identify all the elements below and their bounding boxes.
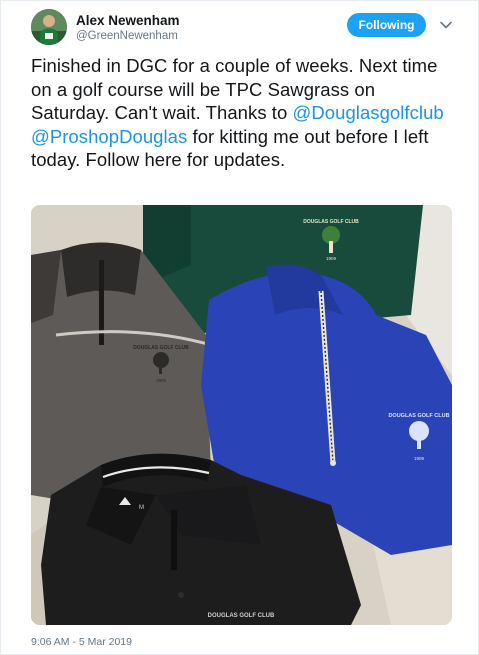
grey-logo-year: 1909 [156, 378, 167, 383]
grey-logo-text: DOUGLAS GOLF CLUB [133, 345, 189, 351]
tweet-header: Alex Newenham @GreenNewenham Following [1, 1, 478, 51]
tweet-card: Alex Newenham @GreenNewenham Following F… [0, 0, 479, 655]
avatar[interactable] [31, 9, 67, 45]
mention-proshopdouglas[interactable]: @ProshopDouglas [31, 126, 187, 147]
blue-logo-year: 1909 [414, 456, 425, 461]
avatar-image [31, 9, 67, 45]
tweet-text: Finished in DGC for a couple of weeks. N… [31, 54, 456, 172]
green-logo-text: DOUGLAS GOLF CLUB [303, 219, 359, 225]
polo-logo-text: DOUGLAS GOLF CLUB [208, 613, 275, 619]
author-handle[interactable]: @GreenNewenham [76, 30, 178, 42]
green-logo-year: 1909 [326, 256, 337, 261]
author-name[interactable]: Alex Newenham [76, 13, 180, 28]
blue-logo-text: DOUGLAS GOLF CLUB [388, 413, 449, 419]
chevron-down-icon[interactable] [438, 17, 454, 33]
following-button[interactable]: Following [347, 13, 426, 37]
mention-douglasgolfclub[interactable]: @Douglasgolfclub [293, 102, 444, 123]
tweet-photo[interactable]: DOUGLAS GOLF CLUB 1909 DOUGLAS GOLF CLUB… [31, 205, 452, 625]
size-tag: M [139, 505, 144, 511]
tweet-timestamp[interactable]: 9:06 AM - 5 Mar 2019 [31, 636, 132, 648]
